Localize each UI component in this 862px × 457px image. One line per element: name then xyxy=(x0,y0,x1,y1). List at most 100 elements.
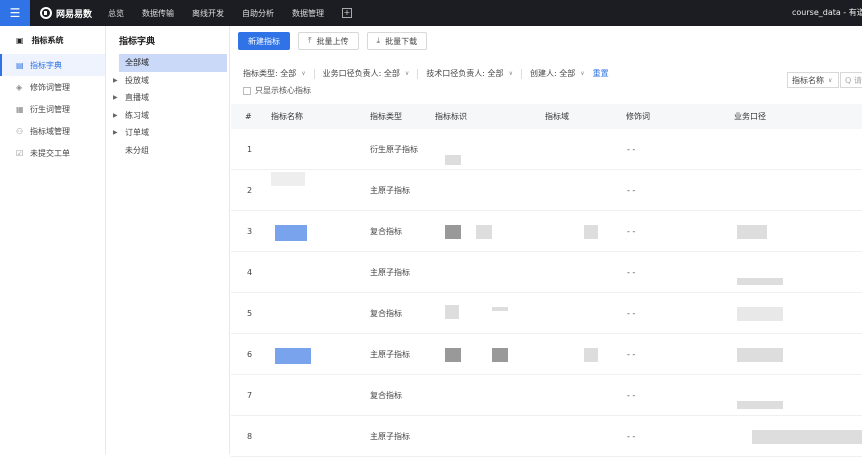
tree-item-ads[interactable]: ▶ 投放域 xyxy=(107,72,229,90)
redacted-block xyxy=(445,225,461,239)
nav-data-transfer[interactable]: 数据传输 xyxy=(142,8,174,19)
redacted-block xyxy=(445,348,461,362)
chevron-down-icon: ∨ xyxy=(301,70,306,77)
row-index: 5 xyxy=(247,309,253,318)
chevron-down-icon: ∨ xyxy=(828,76,833,84)
table-row[interactable]: 5 复合指标 - - xyxy=(231,293,862,334)
sidebar-item-domain[interactable]: ⚇ 指标域管理 xyxy=(0,120,105,142)
table-row[interactable]: 8 主原子指标 - - xyxy=(231,416,862,457)
sidebar-item-modifier[interactable]: ◈ 修饰词管理 xyxy=(0,76,105,98)
redacted-block xyxy=(445,305,459,319)
chevron-down-icon: ∨ xyxy=(404,70,410,77)
nav-offline-dev[interactable]: 离线开发 xyxy=(192,8,224,19)
search-field-select[interactable]: 指标名称 ∨ xyxy=(787,72,839,88)
caret-right-icon[interactable]: ▶ xyxy=(113,77,125,84)
tree-item-label: 练习域 xyxy=(125,110,149,120)
col-biz-definition[interactable]: 业务口径 xyxy=(734,111,766,122)
redacted-block xyxy=(737,278,783,285)
col-modifier[interactable]: 修饰词 xyxy=(626,111,650,122)
nodes-icon: ⚇ xyxy=(16,126,24,136)
hamburger-icon[interactable]: ☰ xyxy=(0,0,30,26)
tech-owner-label: 技术口径负责人: 全部 xyxy=(426,69,504,78)
tree-item-all[interactable]: 全部域 xyxy=(119,54,227,72)
caret-right-icon[interactable]: ▶ xyxy=(113,112,125,119)
sidebar-item-metric-dict[interactable]: ▤ 指标字典 xyxy=(0,54,105,76)
upload-icon: ⤒ xyxy=(308,36,312,45)
row-index: 4 xyxy=(247,268,253,277)
biz-owner-filter[interactable]: 业务口径负责人: 全部 ∨ xyxy=(323,68,410,79)
upload-label: 批量上传 xyxy=(316,36,349,46)
logo[interactable]: 网易易数 xyxy=(40,7,92,20)
col-identifier[interactable]: 指标标识 xyxy=(435,111,467,122)
row-index: 2 xyxy=(247,186,253,195)
reset-button[interactable]: 重置 xyxy=(593,68,609,79)
table-row[interactable]: 2 主原子指标 - - xyxy=(231,170,862,211)
redacted-block xyxy=(584,348,598,362)
row-type: 复合指标 xyxy=(370,309,402,318)
sidebar-title: ▣ 指标系统 xyxy=(0,26,105,54)
download-icon: ⤓ xyxy=(376,36,381,45)
sidebar-title-text: 指标系统 xyxy=(31,35,64,45)
book-icon: ▤ xyxy=(16,60,24,70)
search-input[interactable]: Q 请 xyxy=(840,72,862,88)
batch-download-button[interactable]: ⤓ 批量下载 xyxy=(366,32,428,50)
tree-item-live[interactable]: ▶ 直播域 xyxy=(107,89,229,107)
top-nav: 总览 数据传输 离线开发 自助分析 数据管理 xyxy=(108,8,342,19)
new-metric-button[interactable]: 新建指标 xyxy=(238,32,290,50)
form-icon: ☑ xyxy=(16,148,24,158)
table-row[interactable]: 4 主原子指标 - - xyxy=(231,252,862,293)
sidebar-item-label: 指标域管理 xyxy=(30,126,70,136)
core-only-label: 只显示核心指标 xyxy=(255,86,311,95)
row-type: 主原子指标 xyxy=(370,350,410,359)
row-index: 3 xyxy=(247,227,253,236)
table-row[interactable]: 3 复合指标 - - xyxy=(231,211,862,252)
row-type: 复合指标 xyxy=(370,391,402,400)
filter-bar: 指标类型: 全部 ∨ 业务口径负责人: 全部 ∨ 技术口径负责人: 全部 ∨ 创… xyxy=(243,68,609,79)
divider xyxy=(313,68,315,79)
row-index: 8 xyxy=(247,432,253,441)
sidebar-item-label: 指标字典 xyxy=(30,60,62,70)
add-tab-icon[interactable]: + xyxy=(342,8,353,18)
row-type: 复合指标 xyxy=(370,227,402,236)
tree-item-order[interactable]: ▶ 订单域 xyxy=(107,124,229,142)
table-row[interactable]: 6 主原子指标 - - xyxy=(231,334,862,375)
project-selector[interactable]: course_data - 有道 xyxy=(792,0,862,26)
tech-owner-filter[interactable]: 技术口径负责人: 全部 ∨ xyxy=(426,68,513,79)
table-row[interactable]: 7 复合指标 - - xyxy=(231,375,862,416)
divider xyxy=(520,68,522,79)
caret-right-icon[interactable]: ▶ xyxy=(113,94,125,101)
tree-item-practice[interactable]: ▶ 练习域 xyxy=(107,107,229,125)
batch-upload-button[interactable]: ⤒ 批量上传 xyxy=(298,32,359,50)
tree-item-ungrouped[interactable]: 未分组 xyxy=(107,142,229,160)
core-only-toggle[interactable]: 只显示核心指标 xyxy=(243,85,311,96)
row-modifier: - - xyxy=(627,227,636,236)
caret-right-icon[interactable]: ▶ xyxy=(113,129,125,136)
nav-self-analysis[interactable]: 自助分析 xyxy=(242,8,274,19)
creator-filter[interactable]: 创建人: 全部 ∨ xyxy=(530,68,585,79)
table-row[interactable]: 1 衍生原子指标 - - xyxy=(231,129,862,170)
nav-overview[interactable]: 总览 xyxy=(108,8,124,19)
main-panel: 新建指标 ⤒ 批量上传 ⤓ 批量下载 指标类型: 全部 ∨ 业务口径负责人: 全… xyxy=(231,26,862,457)
row-type: 主原子指标 xyxy=(370,268,410,277)
sidebar-item-label: 衍生词管理 xyxy=(30,104,70,114)
row-index: 7 xyxy=(247,391,253,400)
redacted-block xyxy=(752,430,862,444)
redacted-block xyxy=(476,225,492,239)
table-header: # 指标名称 指标类型 指标标识 指标域 修饰词 业务口径 xyxy=(231,104,862,129)
redacted-block xyxy=(737,307,783,321)
metric-table: # 指标名称 指标类型 指标标识 指标域 修饰词 业务口径 1 衍生原子指标 -… xyxy=(231,104,862,457)
nav-data-management[interactable]: 数据管理 xyxy=(292,8,324,19)
col-index: # xyxy=(245,112,252,121)
creator-label: 创建人: 全部 xyxy=(529,69,576,78)
core-only-checkbox[interactable] xyxy=(243,86,251,95)
sidebar-item-derived[interactable]: ▦ 衍生词管理 xyxy=(0,98,105,120)
redacted-block xyxy=(584,225,598,239)
top-bar: ☰ 网易易数 总览 数据传输 离线开发 自助分析 数据管理 + course_d… xyxy=(0,0,862,26)
sidebar: ▣ 指标系统 ▤ 指标字典 ◈ 修饰词管理 ▦ 衍生词管理 ⚇ 指标域管理 ☑ … xyxy=(0,26,106,454)
logo-icon xyxy=(40,7,52,19)
col-name[interactable]: 指标名称 xyxy=(271,111,303,122)
col-domain[interactable]: 指标域 xyxy=(545,111,569,122)
col-type[interactable]: 指标类型 xyxy=(370,111,402,122)
sidebar-item-tickets[interactable]: ☑ 未提交工单 xyxy=(0,142,105,164)
type-filter[interactable]: 指标类型: 全部 ∨ xyxy=(243,68,306,79)
